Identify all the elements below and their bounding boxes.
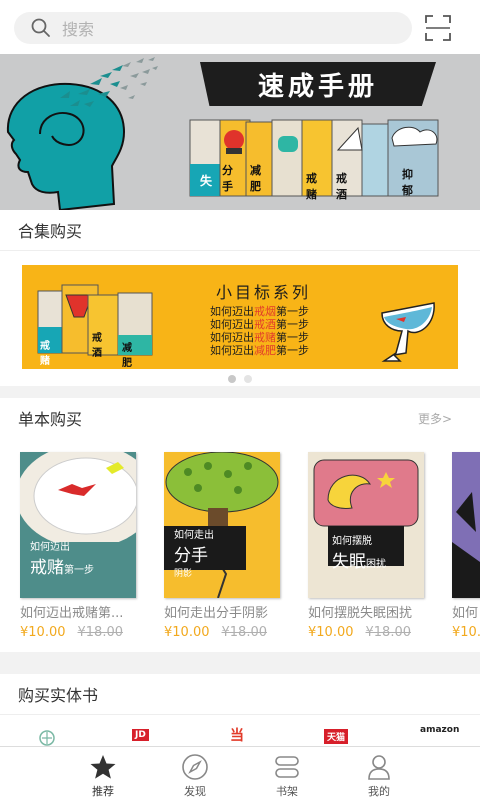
single-section-title: 单本购买 <box>18 410 83 429</box>
series-title: 小目标系列 <box>216 283 312 302</box>
hero-book-label: 戒赌 <box>306 172 317 201</box>
book-original-price: ¥18.00 <box>365 625 412 640</box>
mini-book-label: 戒赌 <box>40 341 50 367</box>
series-line: 如何迈出戒赌第一步 <box>210 331 309 344</box>
hero-title: 速成手册 <box>200 62 436 106</box>
tab-label: 推荐 <box>92 785 114 798</box>
price-row: ¥10. <box>452 625 480 640</box>
book-title: 如何迈出戒赌第... <box>20 606 124 621</box>
book-cover: 如何走出 分手 阴影 <box>164 452 280 598</box>
book-card[interactable]: 如何走出 分手 阴影 如何走出分手阴影 ¥10.00 ¥18.00 <box>164 452 282 640</box>
book-card[interactable]: 如何迈出 戒赌第一步 如何迈出戒赌第... ¥10.00 ¥18.00 <box>20 452 138 640</box>
hero-book-label: 分手 <box>222 164 233 193</box>
hero-book-label: 抑郁 <box>402 168 413 197</box>
book-title: 如何走出分手阴影 <box>164 606 269 621</box>
search-icon <box>31 18 50 37</box>
cover-art <box>313 459 419 566</box>
store-leaf-icon <box>39 730 55 746</box>
book-price: ¥10.00 <box>20 625 66 640</box>
top-bar: 搜索 <box>0 0 480 54</box>
bottom-tab-bar: 推荐 发现 书架 我的 <box>0 746 480 800</box>
more-link[interactable]: 更多> <box>418 410 452 427</box>
book-title: 如何 <box>452 606 479 621</box>
cover-text: 如何走出 分手 阴影 <box>174 530 214 579</box>
page-dot[interactable] <box>244 375 252 383</box>
hero-book-label: 失 <box>200 174 213 188</box>
bookshelf-icon <box>275 756 299 778</box>
collection-section-header: 合集购买 <box>0 210 480 250</box>
search-placeholder: 搜索 <box>62 20 95 39</box>
physical-section-title: 购买实体书 <box>18 686 99 705</box>
book-card[interactable]: 如何 ¥10. <box>452 452 480 640</box>
cover-text: 如何摆脱 失眠困扰 <box>332 536 386 572</box>
search-input[interactable]: 搜索 <box>14 12 412 44</box>
mini-book-label: 戒酒 <box>92 333 102 359</box>
book-cover <box>452 452 480 598</box>
book-original-price: ¥18.00 <box>221 625 268 640</box>
collection-section-title: 合集购买 <box>18 222 83 241</box>
store-list: JD 当 天猫 amazon <box>0 714 480 746</box>
collection-carousel[interactable]: 戒赌 戒酒 减肥 小目标系列 如何迈出戒烟第一步 如何迈出戒酒第一步 如何迈出戒… <box>0 250 480 386</box>
book-cover: 如何摆脱 失眠困扰 <box>308 452 424 598</box>
store-logo-amazon[interactable]: amazon <box>420 725 459 735</box>
book-title: 如何摆脱失眠困扰 <box>308 606 413 621</box>
hero-book-label: 减肥 <box>250 164 261 193</box>
tab-label: 书架 <box>276 785 298 798</box>
price-row: ¥10.00 ¥18.00 <box>308 625 426 640</box>
store-logo[interactable] <box>38 729 56 746</box>
book-card[interactable]: 如何摆脱 失眠困扰 如何摆脱失眠困扰 ¥10.00 ¥18.00 <box>308 452 426 640</box>
price-row: ¥10.00 ¥18.00 <box>164 625 282 640</box>
user-icon <box>368 755 390 780</box>
physical-section-header: 购买实体书 <box>0 674 480 714</box>
tab-recommend[interactable]: 推荐 <box>73 753 133 799</box>
scan-icon[interactable] <box>424 14 452 42</box>
single-section-header: 单本购买 更多> <box>0 398 480 438</box>
mini-book-label: 减肥 <box>122 343 132 369</box>
carousel-page-dots <box>0 375 480 383</box>
series-line: 如何迈出减肥第一步 <box>210 344 309 357</box>
collection-banner[interactable]: 戒赌 戒酒 减肥 小目标系列 如何迈出戒烟第一步 如何迈出戒酒第一步 如何迈出戒… <box>22 265 458 369</box>
book-cover: 如何迈出 戒赌第一步 <box>20 452 136 598</box>
page-dot-active[interactable] <box>228 375 236 383</box>
book-price: ¥10.00 <box>164 625 210 640</box>
hero-book-label: 戒酒 <box>336 172 347 201</box>
star-icon <box>90 755 116 779</box>
cover-art <box>452 452 480 598</box>
series-line: 如何迈出戒酒第一步 <box>210 318 309 331</box>
store-logo-dangdang[interactable]: 当 <box>230 725 244 745</box>
tab-bookshelf[interactable]: 书架 <box>257 753 317 799</box>
price-row: ¥10.00 ¥18.00 <box>20 625 138 640</box>
tab-discover[interactable]: 发现 <box>165 753 225 799</box>
series-lines: 如何迈出戒烟第一步 如何迈出戒酒第一步 如何迈出戒赌第一步 如何迈出减肥第一步 <box>210 305 309 357</box>
cover-text: 如何迈出 戒赌第一步 <box>30 542 94 578</box>
book-price: ¥10.00 <box>308 625 354 640</box>
book-original-price: ¥18.00 <box>77 625 124 640</box>
tab-profile[interactable]: 我的 <box>349 753 409 799</box>
hero-banner[interactable]: 速成手册 失 分手 减肥 戒赌 戒酒 抑郁 <box>0 54 480 210</box>
series-line: 如何迈出戒烟第一步 <box>210 305 309 318</box>
book-price: ¥10. <box>452 625 480 640</box>
store-logo-jd[interactable]: JD <box>132 729 149 741</box>
single-books-list: 如何迈出 戒赌第一步 如何迈出戒赌第... ¥10.00 ¥18.00 如何走出 … <box>0 438 480 652</box>
store-logo-tmall[interactable]: 天猫 <box>324 729 349 744</box>
tab-label: 我的 <box>368 785 390 798</box>
tab-label: 发现 <box>184 785 206 798</box>
compass-icon <box>182 754 208 780</box>
